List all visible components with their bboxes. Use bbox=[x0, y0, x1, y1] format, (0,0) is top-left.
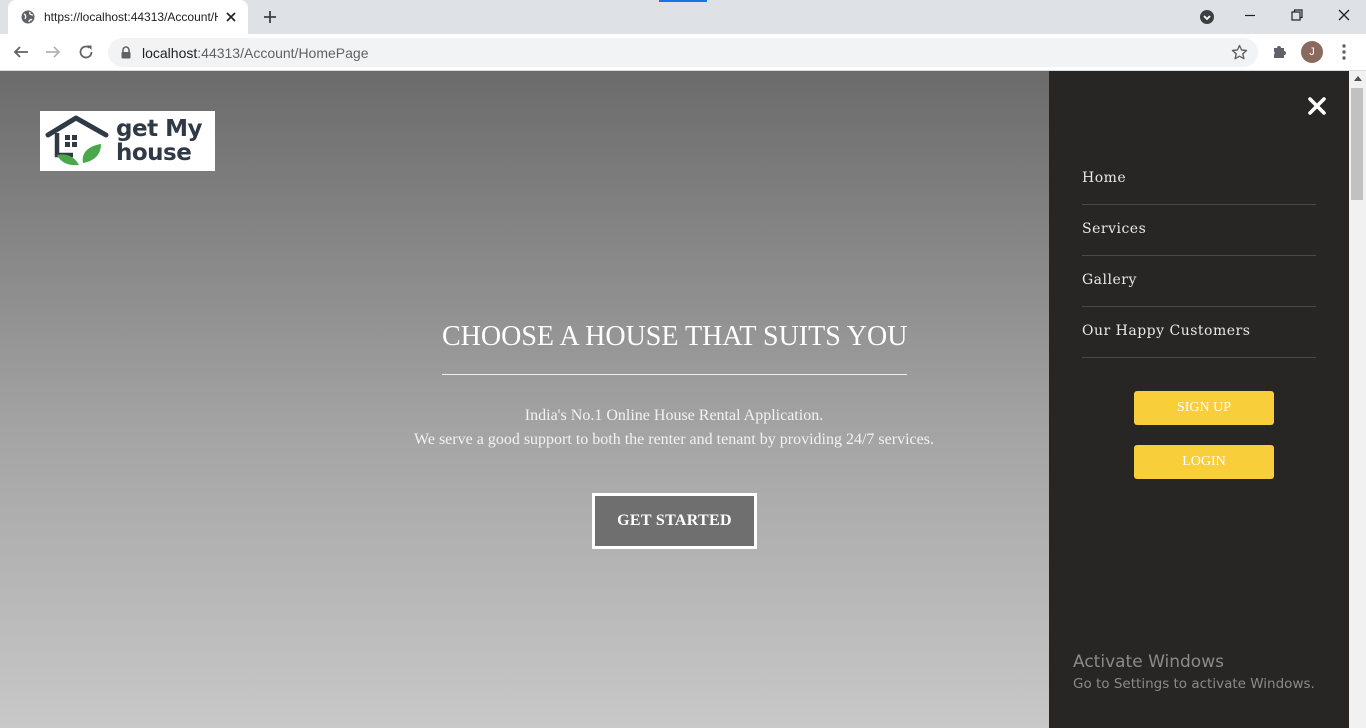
activate-windows-title: Activate Windows bbox=[1073, 652, 1224, 672]
sign-up-button[interactable]: SIGN UP bbox=[1134, 391, 1274, 425]
activate-windows-subtitle: Go to Settings to activate Windows. bbox=[1073, 676, 1315, 692]
logo-line-2: house bbox=[116, 140, 192, 166]
extensions-puzzle-icon[interactable] bbox=[1271, 43, 1288, 60]
scrollbar-thumb[interactable] bbox=[1351, 88, 1363, 200]
hero-headline: CHOOSE A HOUSE THAT SUITS YOU bbox=[442, 321, 908, 352]
sidebar-item-label: Our Happy Customers bbox=[1082, 323, 1251, 339]
globe-icon bbox=[21, 10, 35, 24]
sidebar-item-label: Home bbox=[1082, 170, 1127, 186]
sidebar-item-happy-customers[interactable]: Our Happy Customers bbox=[1082, 307, 1316, 358]
new-tab-icon[interactable] bbox=[262, 9, 278, 25]
house-logo-icon bbox=[45, 115, 109, 166]
url-host: localhost bbox=[142, 45, 198, 61]
close-tab-icon[interactable] bbox=[224, 10, 238, 24]
sidebar-item-services[interactable]: Services bbox=[1082, 205, 1316, 256]
browser-menu-icon[interactable] bbox=[1338, 43, 1350, 61]
forward-arrow-icon[interactable] bbox=[44, 43, 62, 61]
site-logo[interactable]: get My house bbox=[40, 111, 215, 171]
tabstrip-accent bbox=[659, 0, 707, 2]
side-nav-panel: Home Services Gallery Our Happy Customer… bbox=[1049, 71, 1349, 728]
browser-toolbar: localhost:44313/Account/HomePage J bbox=[0, 34, 1366, 71]
login-button[interactable]: LOGIN bbox=[1134, 445, 1274, 479]
bookmark-star-icon[interactable] bbox=[1231, 44, 1248, 61]
url-path: :44313/Account/HomePage bbox=[197, 45, 369, 61]
scroll-up-arrow-icon[interactable] bbox=[1354, 76, 1362, 81]
url-text: localhost:44313/Account/HomePage bbox=[142, 45, 369, 61]
tab-title: https://localhost:44313/Account/HomePage bbox=[44, 10, 218, 24]
logo-line-1: get My bbox=[116, 116, 202, 142]
sidebar-item-gallery[interactable]: Gallery bbox=[1082, 256, 1316, 307]
logo-wordmark: get My house bbox=[116, 117, 202, 165]
address-bar[interactable]: localhost:44313/Account/HomePage bbox=[108, 38, 1258, 67]
reload-icon[interactable] bbox=[77, 43, 95, 61]
lock-icon[interactable] bbox=[120, 46, 132, 59]
tab-search-icon[interactable] bbox=[1199, 9, 1215, 25]
get-started-button[interactable]: GET STARTED bbox=[592, 493, 757, 549]
close-menu-icon[interactable] bbox=[1307, 96, 1327, 116]
browser-tabstrip: https://localhost:44313/Account/HomePage bbox=[0, 0, 1366, 34]
back-arrow-icon[interactable] bbox=[12, 43, 30, 61]
headline-divider bbox=[442, 374, 907, 375]
minimize-icon[interactable] bbox=[1243, 8, 1257, 22]
page-viewport: get My house CHOOSE A HOUSE THAT SUITS Y… bbox=[0, 71, 1366, 728]
profile-avatar[interactable]: J bbox=[1301, 41, 1323, 63]
restore-icon[interactable] bbox=[1290, 8, 1304, 22]
hero-tagline-line-1: India's No.1 Online House Rental Applica… bbox=[524, 407, 824, 424]
page-scrollbar[interactable] bbox=[1349, 71, 1366, 728]
activate-windows-watermark: Activate Windows Go to Settings to activ… bbox=[1073, 651, 1315, 693]
browser-tab-active[interactable]: https://localhost:44313/Account/HomePage bbox=[8, 0, 248, 34]
hero-tagline-line-2: We serve a good support to both the rent… bbox=[414, 431, 934, 448]
hero-section: get My house CHOOSE A HOUSE THAT SUITS Y… bbox=[0, 71, 1049, 728]
sidebar-item-label: Gallery bbox=[1082, 272, 1137, 288]
close-window-icon[interactable] bbox=[1337, 8, 1351, 22]
sidebar-item-label: Services bbox=[1082, 221, 1147, 237]
sidebar-item-home[interactable]: Home bbox=[1082, 154, 1316, 205]
